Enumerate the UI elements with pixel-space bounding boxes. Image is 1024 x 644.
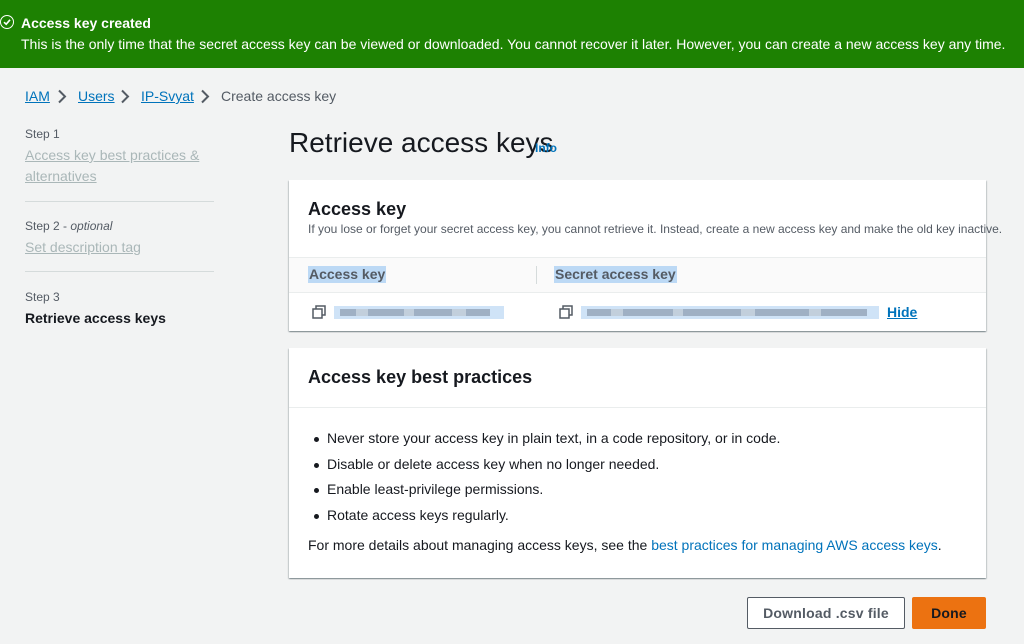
download-csv-button[interactable]: Download .csv file <box>747 597 905 629</box>
step-2-label: Step 2 - optional <box>25 219 113 233</box>
breadcrumb-current: Create access key <box>221 88 337 104</box>
step-3-label: Step 3 <box>25 290 60 304</box>
access-key-value-masked <box>334 306 504 319</box>
chevron-right-icon <box>121 89 130 104</box>
best-practices-title: Access key best practices <box>308 367 533 387</box>
hide-secret-link[interactable]: Hide <box>887 304 917 321</box>
done-button[interactable]: Done <box>912 597 986 629</box>
panel-divider <box>289 407 986 408</box>
more-details-text: For more details about managing access k… <box>308 537 942 554</box>
list-item: Enable least-privilege permissions. <box>308 481 780 507</box>
step-1-link[interactable]: Access key best practices & alternatives <box>25 145 205 187</box>
best-practices-panel: Access key best practices Never store yo… <box>289 348 986 578</box>
access-key-panel-description: If you lose or forget your secret access… <box>308 222 1003 236</box>
list-item: Never store your access key in plain tex… <box>308 430 780 456</box>
copy-icon[interactable] <box>312 305 326 319</box>
best-practices-list: Never store your access key in plain tex… <box>308 430 780 532</box>
banner-message: This is the only time that the secret ac… <box>21 36 1006 52</box>
list-item: Rotate access keys regularly. <box>308 507 780 533</box>
breadcrumb-users[interactable]: Users <box>78 88 115 105</box>
column-header-access-key: Access key <box>308 266 387 283</box>
breadcrumb-iam[interactable]: IAM <box>25 88 50 105</box>
step-divider <box>25 271 214 272</box>
copy-icon[interactable] <box>559 305 573 319</box>
secret-access-key-value-masked <box>581 306 879 319</box>
check-circle-icon <box>0 15 14 29</box>
step-2-link[interactable]: Set description tag <box>25 237 141 258</box>
step-1-label: Step 1 <box>25 127 60 141</box>
chevron-right-icon <box>201 89 210 104</box>
column-header-secret-key: Secret access key <box>554 266 677 283</box>
info-link[interactable]: Info <box>535 141 557 155</box>
list-item: Disable or delete access key when no lon… <box>308 456 780 482</box>
access-key-panel: Access key If you lose or forget your se… <box>289 180 1002 331</box>
more-details-prefix: For more details about managing access k… <box>308 537 652 553</box>
step-3-current: Retrieve access keys <box>25 310 166 326</box>
more-details-suffix: . <box>937 537 942 553</box>
best-practices-link[interactable]: best practices for managing AWS access k… <box>651 537 938 553</box>
banner-title: Access key created <box>21 15 151 31</box>
page-title: Retrieve access keys <box>289 127 554 158</box>
breadcrumb-user[interactable]: IP-Svyat <box>141 88 194 105</box>
chevron-right-icon <box>58 89 67 104</box>
step-divider <box>25 201 214 202</box>
access-key-panel-title: Access key <box>308 199 407 219</box>
column-divider <box>536 266 537 284</box>
success-flashbar: Access key created This is the only time… <box>0 0 1024 68</box>
